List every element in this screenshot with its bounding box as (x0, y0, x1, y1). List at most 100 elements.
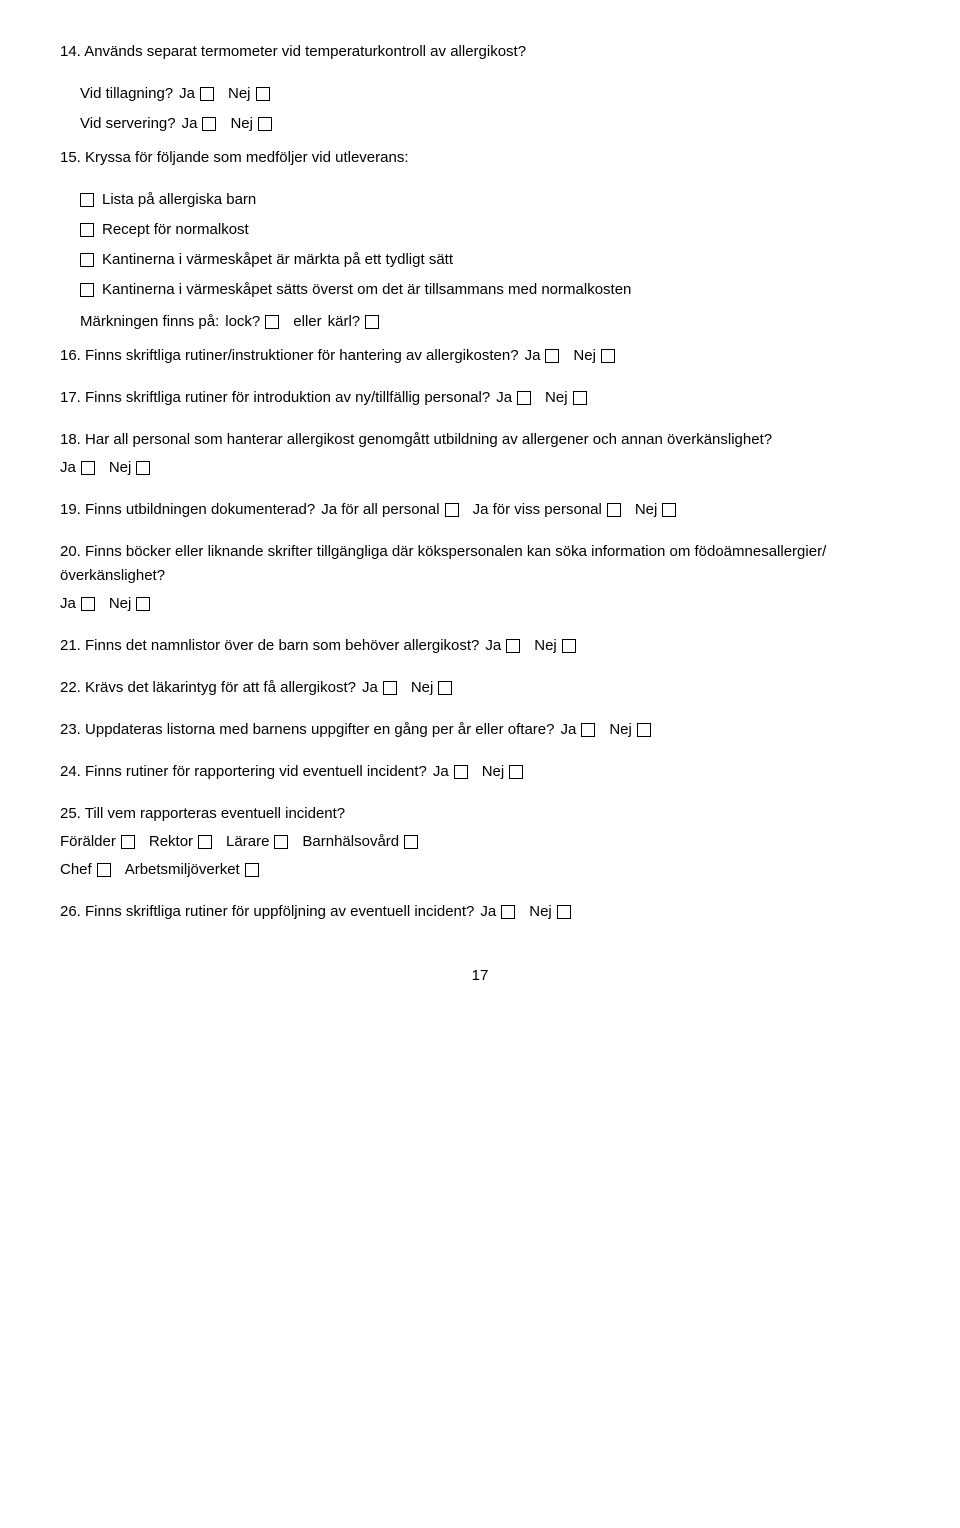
q20-ja-checkbox[interactable] (81, 597, 95, 611)
q22-text: 22. Krävs det läkarintyg för att få alle… (60, 676, 356, 700)
q24-ja-checkbox[interactable] (454, 765, 468, 779)
q15-header-text: 15. Kryssa för följande som medföljer vi… (60, 149, 409, 166)
q15-marking-text: Märkningen finns på: (80, 310, 219, 334)
page-number: 17 (60, 964, 900, 988)
question-21: 21. Finns det namnlistor över de barn so… (60, 634, 900, 658)
q16-nej-group: Nej (573, 344, 615, 368)
q18-nej-checkbox[interactable] (136, 461, 150, 475)
q26-ja-checkbox[interactable] (501, 905, 515, 919)
q19-ja-all-checkbox[interactable] (445, 503, 459, 517)
q17-text: 17. Finns skriftliga rutiner för introdu… (60, 386, 490, 410)
q25-rektor-group: Rektor (149, 830, 212, 854)
q14-servering-ja-label: Ja (182, 112, 198, 136)
q15-lock-label: lock? (225, 310, 260, 334)
q17-ja-group: Ja (496, 386, 531, 410)
q23-nej-label: Nej (609, 718, 632, 742)
q26-nej-checkbox[interactable] (557, 905, 571, 919)
q18-ja-checkbox[interactable] (81, 461, 95, 475)
q25-chef-checkbox[interactable] (97, 863, 111, 877)
q24-nej-checkbox[interactable] (509, 765, 523, 779)
q19-ja-viss-group: Ja för viss personal (473, 498, 621, 522)
q15-item-4-checkbox[interactable] (80, 283, 94, 297)
q14-tillagning-ja-checkbox[interactable] (200, 87, 214, 101)
q14-header-text: 14. Används separat termometer vid tempe… (60, 43, 526, 60)
q14-servering-ja-group: Ja (182, 112, 217, 136)
q24-nej-label: Nej (482, 760, 505, 784)
q22-ja-label: Ja (362, 676, 378, 700)
q20-nej-label: Nej (109, 592, 132, 616)
q23-nej-checkbox[interactable] (637, 723, 651, 737)
q16-ja-group: Ja (525, 344, 560, 368)
q20-ja-label: Ja (60, 592, 76, 616)
q23-ja-checkbox[interactable] (581, 723, 595, 737)
question-25: 25. Till vem rapporteras eventuell incid… (60, 802, 900, 882)
q22-nej-group: Nej (411, 676, 453, 700)
q25-foraldrar-label: Förälder (60, 830, 116, 854)
q25-barnhalsovard-label: Barnhälsovård (302, 830, 399, 854)
q23-ja-group: Ja (560, 718, 595, 742)
q17-nej-checkbox[interactable] (573, 391, 587, 405)
q15-karl-checkbox[interactable] (365, 315, 379, 329)
q25-arbetsmiljoverket-label: Arbetsmiljöverket (125, 858, 240, 882)
q15-karl-group: kärl? (328, 310, 380, 334)
q14-servering-label: Vid servering? (80, 112, 176, 136)
q21-nej-checkbox[interactable] (562, 639, 576, 653)
q14-tillagning-nej-checkbox[interactable] (256, 87, 270, 101)
q15-item-3-checkbox[interactable] (80, 253, 94, 267)
q14-servering-nej-checkbox[interactable] (258, 117, 272, 131)
q15-item-1: Lista på allergiska barn (80, 188, 900, 212)
q21-ja-checkbox[interactable] (506, 639, 520, 653)
q15-item-2: Recept för normalkost (80, 218, 900, 242)
q25-rektor-label: Rektor (149, 830, 193, 854)
q25-chef-group: Chef (60, 858, 111, 882)
q18-ja-label: Ja (60, 456, 76, 480)
q24-nej-group: Nej (482, 760, 524, 784)
q26-ja-label: Ja (480, 900, 496, 924)
q25-barnhalsovard-group: Barnhälsovård (302, 830, 418, 854)
question-15-header: 15. Kryssa för följande som medföljer vi… (60, 146, 900, 170)
q25-foraldrar-checkbox[interactable] (121, 835, 135, 849)
q24-text: 24. Finns rutiner för rapportering vid e… (60, 760, 427, 784)
q25-barnhalsovard-checkbox[interactable] (404, 835, 418, 849)
q17-nej-label: Nej (545, 386, 568, 410)
q15-item-2-checkbox[interactable] (80, 223, 94, 237)
q18-nej-label: Nej (109, 456, 132, 480)
question-15-marking: Märkningen finns på: lock? eller kärl? (60, 310, 900, 334)
q22-nej-label: Nej (411, 676, 434, 700)
q19-nej-checkbox[interactable] (662, 503, 676, 517)
question-20: 20. Finns böcker eller liknande skrifter… (60, 540, 900, 616)
q15-lock-checkbox[interactable] (265, 315, 279, 329)
question-14-servering: Vid servering? Ja Nej (60, 112, 900, 136)
q20-nej-checkbox[interactable] (136, 597, 150, 611)
q15-checklist: Lista på allergiska barn Recept för norm… (60, 188, 900, 302)
q14-tillagning-nej-label: Nej (228, 82, 251, 106)
q15-item-1-checkbox[interactable] (80, 193, 94, 207)
q15-item-2-label: Recept för normalkost (102, 218, 249, 242)
q21-nej-label: Nej (534, 634, 557, 658)
q26-nej-group: Nej (529, 900, 571, 924)
q15-eller-label: eller (293, 310, 321, 334)
q16-ja-checkbox[interactable] (545, 349, 559, 363)
q14-servering-nej-group: Nej (230, 112, 272, 136)
q25-rektor-checkbox[interactable] (198, 835, 212, 849)
q25-arbetsmiljoverket-group: Arbetsmiljöverket (125, 858, 259, 882)
q23-nej-group: Nej (609, 718, 651, 742)
q20-text: 20. Finns böcker eller liknande skrifter… (60, 543, 826, 584)
q17-ja-label: Ja (496, 386, 512, 410)
q17-nej-group: Nej (545, 386, 587, 410)
q25-arbetsmiljoverket-checkbox[interactable] (245, 863, 259, 877)
q17-ja-checkbox[interactable] (517, 391, 531, 405)
q15-karl-label: kärl? (328, 310, 361, 334)
q22-nej-checkbox[interactable] (438, 681, 452, 695)
q21-text: 21. Finns det namnlistor över de barn so… (60, 634, 479, 658)
q14-tillagning-ja-group: Ja (179, 82, 214, 106)
q15-lock-group: lock? (225, 310, 279, 334)
q25-larare-checkbox[interactable] (274, 835, 288, 849)
q22-ja-checkbox[interactable] (383, 681, 397, 695)
q14-servering-ja-checkbox[interactable] (202, 117, 216, 131)
q21-ja-group: Ja (485, 634, 520, 658)
q19-text: 19. Finns utbildningen dokumenterad? (60, 498, 315, 522)
q16-nej-checkbox[interactable] (601, 349, 615, 363)
question-19: 19. Finns utbildningen dokumenterad? Ja … (60, 498, 900, 522)
q19-ja-viss-checkbox[interactable] (607, 503, 621, 517)
